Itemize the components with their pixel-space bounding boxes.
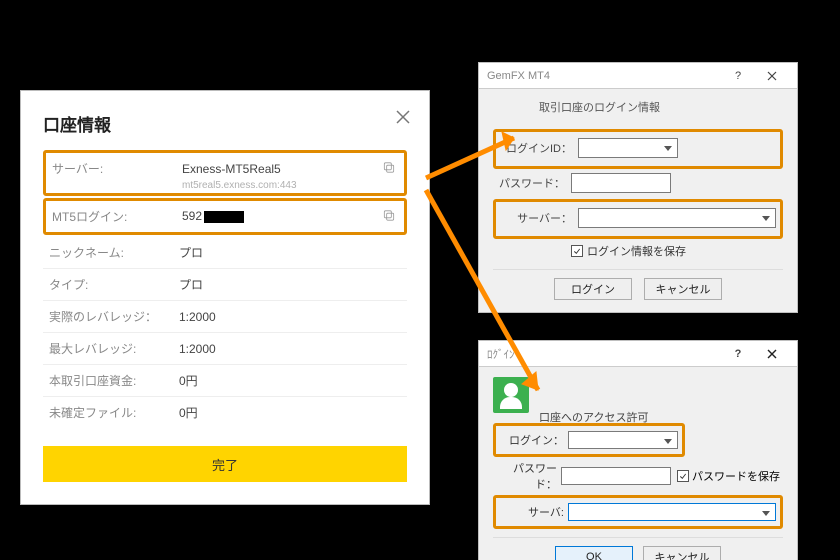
balance-row: 本取引口座資金: 0円 xyxy=(43,365,407,397)
login-value: 592 xyxy=(182,209,400,223)
checkbox-icon[interactable] xyxy=(677,470,689,482)
server-highlight: サーバ: xyxy=(493,495,783,529)
type-row: タイプ: プロ xyxy=(43,269,407,301)
pending-label: 未確定ファイル: xyxy=(49,404,179,421)
real-leverage-row: 実際のレバレッジ： 1:2000 xyxy=(43,301,407,333)
redacted-block xyxy=(204,211,244,223)
server-combo[interactable] xyxy=(578,208,776,228)
mt5-login-dialog: ﾛｸﾞｲﾝ ? 口座へのアクセス許可 ログイン： パスワード： パスワードを保存… xyxy=(478,340,798,560)
server-row: サーバー: Exness-MT5Real5 xyxy=(46,153,404,184)
ok-button[interactable]: OK xyxy=(555,546,633,560)
login-id-row: ログインID： xyxy=(500,138,776,158)
close-icon[interactable] xyxy=(755,341,789,367)
cancel-button[interactable]: キャンセル xyxy=(643,546,721,560)
login-row: MT5ログイン: 592 xyxy=(46,201,404,232)
password-row: パスワード： パスワードを保存 xyxy=(493,460,783,492)
login-id-label: ログインID： xyxy=(500,140,578,156)
server-highlight: サーバー： xyxy=(493,199,783,239)
checkbox-icon[interactable] xyxy=(571,245,583,257)
type-label: タイプ: xyxy=(49,276,179,293)
nickname-row: ニックネーム: プロ xyxy=(43,237,407,269)
login-label: MT5ログイン: xyxy=(52,208,182,225)
max-leverage-value: 1:2000 xyxy=(179,342,403,356)
login-combo[interactable] xyxy=(568,431,678,449)
login-value-prefix: 592 xyxy=(182,209,202,223)
cancel-button[interactable]: キャンセル xyxy=(644,278,722,300)
type-value: プロ xyxy=(179,276,403,293)
pending-value: 0円 xyxy=(179,404,403,421)
max-leverage-label: 最大レバレッジ: xyxy=(49,340,179,357)
copy-icon[interactable] xyxy=(382,208,396,225)
dialog-heading: 取引口座のログイン情報 xyxy=(539,99,783,115)
login-id-combo[interactable] xyxy=(578,138,678,158)
modal-title: 口座情報 xyxy=(43,111,407,136)
pending-row: 未確定ファイル: 0円 xyxy=(43,397,407,428)
server-label: サーバー： xyxy=(500,210,578,226)
server-label: サーバ: xyxy=(500,504,568,520)
copy-icon[interactable] xyxy=(382,160,396,177)
server-label: サーバー: xyxy=(52,160,182,177)
password-input[interactable] xyxy=(571,173,671,193)
server-row: サーバー： xyxy=(500,208,776,228)
login-button[interactable]: ログイン xyxy=(554,278,632,300)
login-highlight: ログイン： xyxy=(493,423,685,457)
password-row: パスワード： xyxy=(493,173,783,193)
dialog-button-row: ログイン キャンセル xyxy=(493,269,783,300)
avatar-icon xyxy=(493,377,529,413)
save-login-label: ログイン情報を保存 xyxy=(587,243,686,259)
balance-label: 本取引口座資金: xyxy=(49,372,179,389)
login-id-highlight: ログインID： xyxy=(493,129,783,169)
server-combo[interactable] xyxy=(568,503,776,521)
dialog-heading: 口座へのアクセス許可 xyxy=(539,409,648,425)
nickname-label: ニックネーム: xyxy=(49,244,179,261)
close-icon[interactable] xyxy=(391,105,415,129)
login-label: ログイン： xyxy=(500,432,568,448)
max-leverage-row: 最大レバレッジ: 1:2000 xyxy=(43,333,407,365)
dialog-title-text: ﾛｸﾞｲﾝ xyxy=(487,346,515,362)
dialog-titlebar[interactable]: GemFX MT4 ? xyxy=(479,63,797,89)
close-icon[interactable] xyxy=(755,63,789,89)
dialog-titlebar[interactable]: ﾛｸﾞｲﾝ ? xyxy=(479,341,797,367)
save-login-row[interactable]: ログイン情報を保存 xyxy=(571,243,783,259)
real-leverage-value: 1:2000 xyxy=(179,310,403,324)
server-row: サーバ: xyxy=(500,503,776,521)
server-value: Exness-MT5Real5 xyxy=(182,162,400,176)
save-password-row[interactable]: パスワードを保存 xyxy=(677,468,780,484)
dialog-button-row: OK キャンセル xyxy=(493,537,783,560)
password-input[interactable] xyxy=(561,467,671,485)
help-icon[interactable]: ? xyxy=(721,341,755,367)
balance-value: 0円 xyxy=(179,372,403,389)
login-row: ログイン： xyxy=(500,431,678,449)
done-button[interactable]: 完了 xyxy=(43,446,407,482)
password-label: パスワード： xyxy=(493,460,561,492)
mt4-login-dialog: GemFX MT4 ? 取引口座のログイン情報 ログインID： パスワード： サ… xyxy=(478,62,798,313)
nickname-value: プロ xyxy=(179,244,403,261)
help-icon[interactable]: ? xyxy=(721,63,755,89)
password-label: パスワード： xyxy=(493,175,571,191)
save-password-label: パスワードを保存 xyxy=(692,468,780,484)
dialog-title-text: GemFX MT4 xyxy=(487,70,550,82)
real-leverage-label: 実際のレバレッジ： xyxy=(49,308,179,325)
server-row-highlight: サーバー: Exness-MT5Real5 mt5real5.exness.co… xyxy=(43,150,407,196)
account-info-modal: 口座情報 サーバー: Exness-MT5Real5 mt5real5.exne… xyxy=(20,90,430,505)
login-row-highlight: MT5ログイン: 592 xyxy=(43,198,407,235)
